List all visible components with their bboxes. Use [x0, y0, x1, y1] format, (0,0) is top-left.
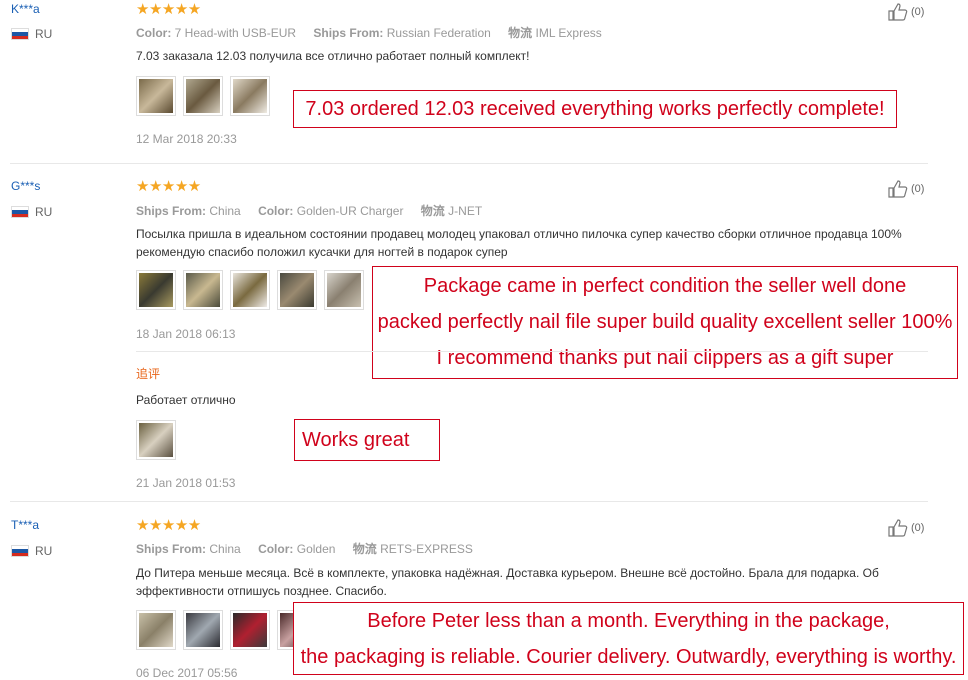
review-photo-thumbnail[interactable]: [230, 76, 270, 116]
star-rating: ★★★★★: [136, 1, 201, 18]
divider: [10, 501, 928, 502]
thumbs-up-icon: [888, 180, 908, 198]
translation-line: Works great: [302, 429, 410, 451]
meta-label: Color:: [136, 26, 172, 40]
additional-review-label: 追评: [136, 367, 161, 381]
like-count: (0): [911, 6, 925, 18]
review-photo-thumbnail[interactable]: [136, 420, 176, 460]
russia-flag-icon: [11, 28, 29, 40]
meta-label: Ships From:: [313, 26, 384, 40]
helpful-button[interactable]: (0): [888, 519, 924, 537]
country-code: RU: [35, 544, 53, 558]
meta-value: Golden-UR Charger: [296, 204, 404, 218]
meta-value: Russian Federation: [386, 26, 491, 40]
review-photo-thumbnail[interactable]: [183, 76, 223, 116]
meta-value: J-NET: [448, 204, 483, 218]
translation-callout: Before Peter less than a month. Everythi…: [293, 602, 964, 675]
review-photo-thumbnail[interactable]: [136, 610, 176, 650]
translation-callout: 7.03 ordered 12.03 received everything w…: [293, 90, 897, 128]
meta-value: China: [209, 204, 241, 218]
meta-value: 7 Head-with USB-EUR: [174, 26, 297, 40]
reviewer-country: RU: [11, 205, 52, 219]
additional-review-text: Работает отлично: [136, 393, 236, 407]
review-text: Посылка пришла в идеальном состоянии про…: [136, 227, 902, 259]
review-photo-thumbnail[interactable]: [136, 76, 176, 116]
meta-label: 物流: [420, 204, 445, 218]
review-text: 7.03 заказала 12.03 получила все отлично…: [136, 49, 530, 63]
translation-line: 7.03 ordered 12.03 received everything w…: [305, 98, 885, 120]
thumbs-up-icon: [888, 519, 908, 537]
reviewer-name[interactable]: K***a: [11, 2, 40, 16]
reviewer-name[interactable]: G***s: [11, 179, 40, 193]
meta-value: IML Express: [535, 26, 602, 40]
review-photos: [136, 420, 176, 460]
meta-label: Ships From:: [136, 204, 207, 218]
divider: [10, 163, 928, 164]
meta-value: Golden: [296, 542, 336, 556]
meta-label: Color:: [258, 542, 294, 556]
review-photo-thumbnail[interactable]: [183, 270, 223, 310]
review-photos: [136, 270, 364, 310]
review-photos: [136, 76, 270, 116]
review-text: До Питера меньше месяца. Всё в комплекте…: [136, 566, 879, 598]
review-meta: Ships From: China Color: Golden 物流 RETS-…: [136, 540, 487, 557]
russia-flag-icon: [11, 206, 29, 218]
meta-value: RETS-EXPRESS: [380, 542, 473, 556]
translation-callout: Package came in perfect condition the se…: [372, 266, 958, 379]
meta-label: Color:: [258, 204, 294, 218]
country-code: RU: [35, 205, 53, 219]
review-photo-thumbnail[interactable]: [230, 610, 270, 650]
review-meta: Color: 7 Head-with USB-EUR Ships From: R…: [136, 24, 616, 41]
reviewer-country: RU: [11, 544, 52, 558]
reviewer-country: RU: [11, 27, 52, 41]
translation-line: I recommend thanks put nail clippers as …: [436, 347, 894, 369]
translation-line: Package came in perfect condition the se…: [423, 275, 907, 297]
review-date: 21 Jan 2018 01:53: [136, 476, 236, 490]
meta-label: Ships From:: [136, 542, 207, 556]
divider: [136, 351, 928, 352]
meta-label: 物流: [352, 542, 377, 556]
review-photo-thumbnail[interactable]: [230, 270, 270, 310]
review-meta: Ships From: China Color: Golden-UR Charg…: [136, 202, 496, 219]
meta-label: 物流: [508, 26, 533, 40]
review-photo-thumbnail[interactable]: [136, 270, 176, 310]
review-photo-thumbnail[interactable]: [277, 270, 317, 310]
translation-callout: Works great: [294, 419, 440, 461]
like-count: (0): [911, 183, 925, 195]
helpful-button[interactable]: (0): [888, 3, 924, 21]
review-date: 18 Jan 2018 06:13: [136, 327, 236, 341]
meta-value: China: [209, 542, 241, 556]
star-rating: ★★★★★: [136, 178, 201, 195]
translation-line: the packaging is reliable. Courier deliv…: [300, 646, 957, 668]
review-photo-thumbnail[interactable]: [183, 610, 223, 650]
helpful-button[interactable]: (0): [888, 180, 924, 198]
review-date: 12 Mar 2018 20:33: [136, 132, 237, 146]
reviewer-name[interactable]: T***a: [11, 518, 39, 532]
like-count: (0): [911, 522, 925, 534]
russia-flag-icon: [11, 545, 29, 557]
translation-line: Before Peter less than a month. Everythi…: [367, 610, 890, 632]
thumbs-up-icon: [888, 3, 908, 21]
star-rating: ★★★★★: [136, 517, 201, 534]
translation-line: packed perfectly nail file super build q…: [377, 311, 953, 333]
country-code: RU: [35, 27, 53, 41]
review-photo-thumbnail[interactable]: [324, 270, 364, 310]
